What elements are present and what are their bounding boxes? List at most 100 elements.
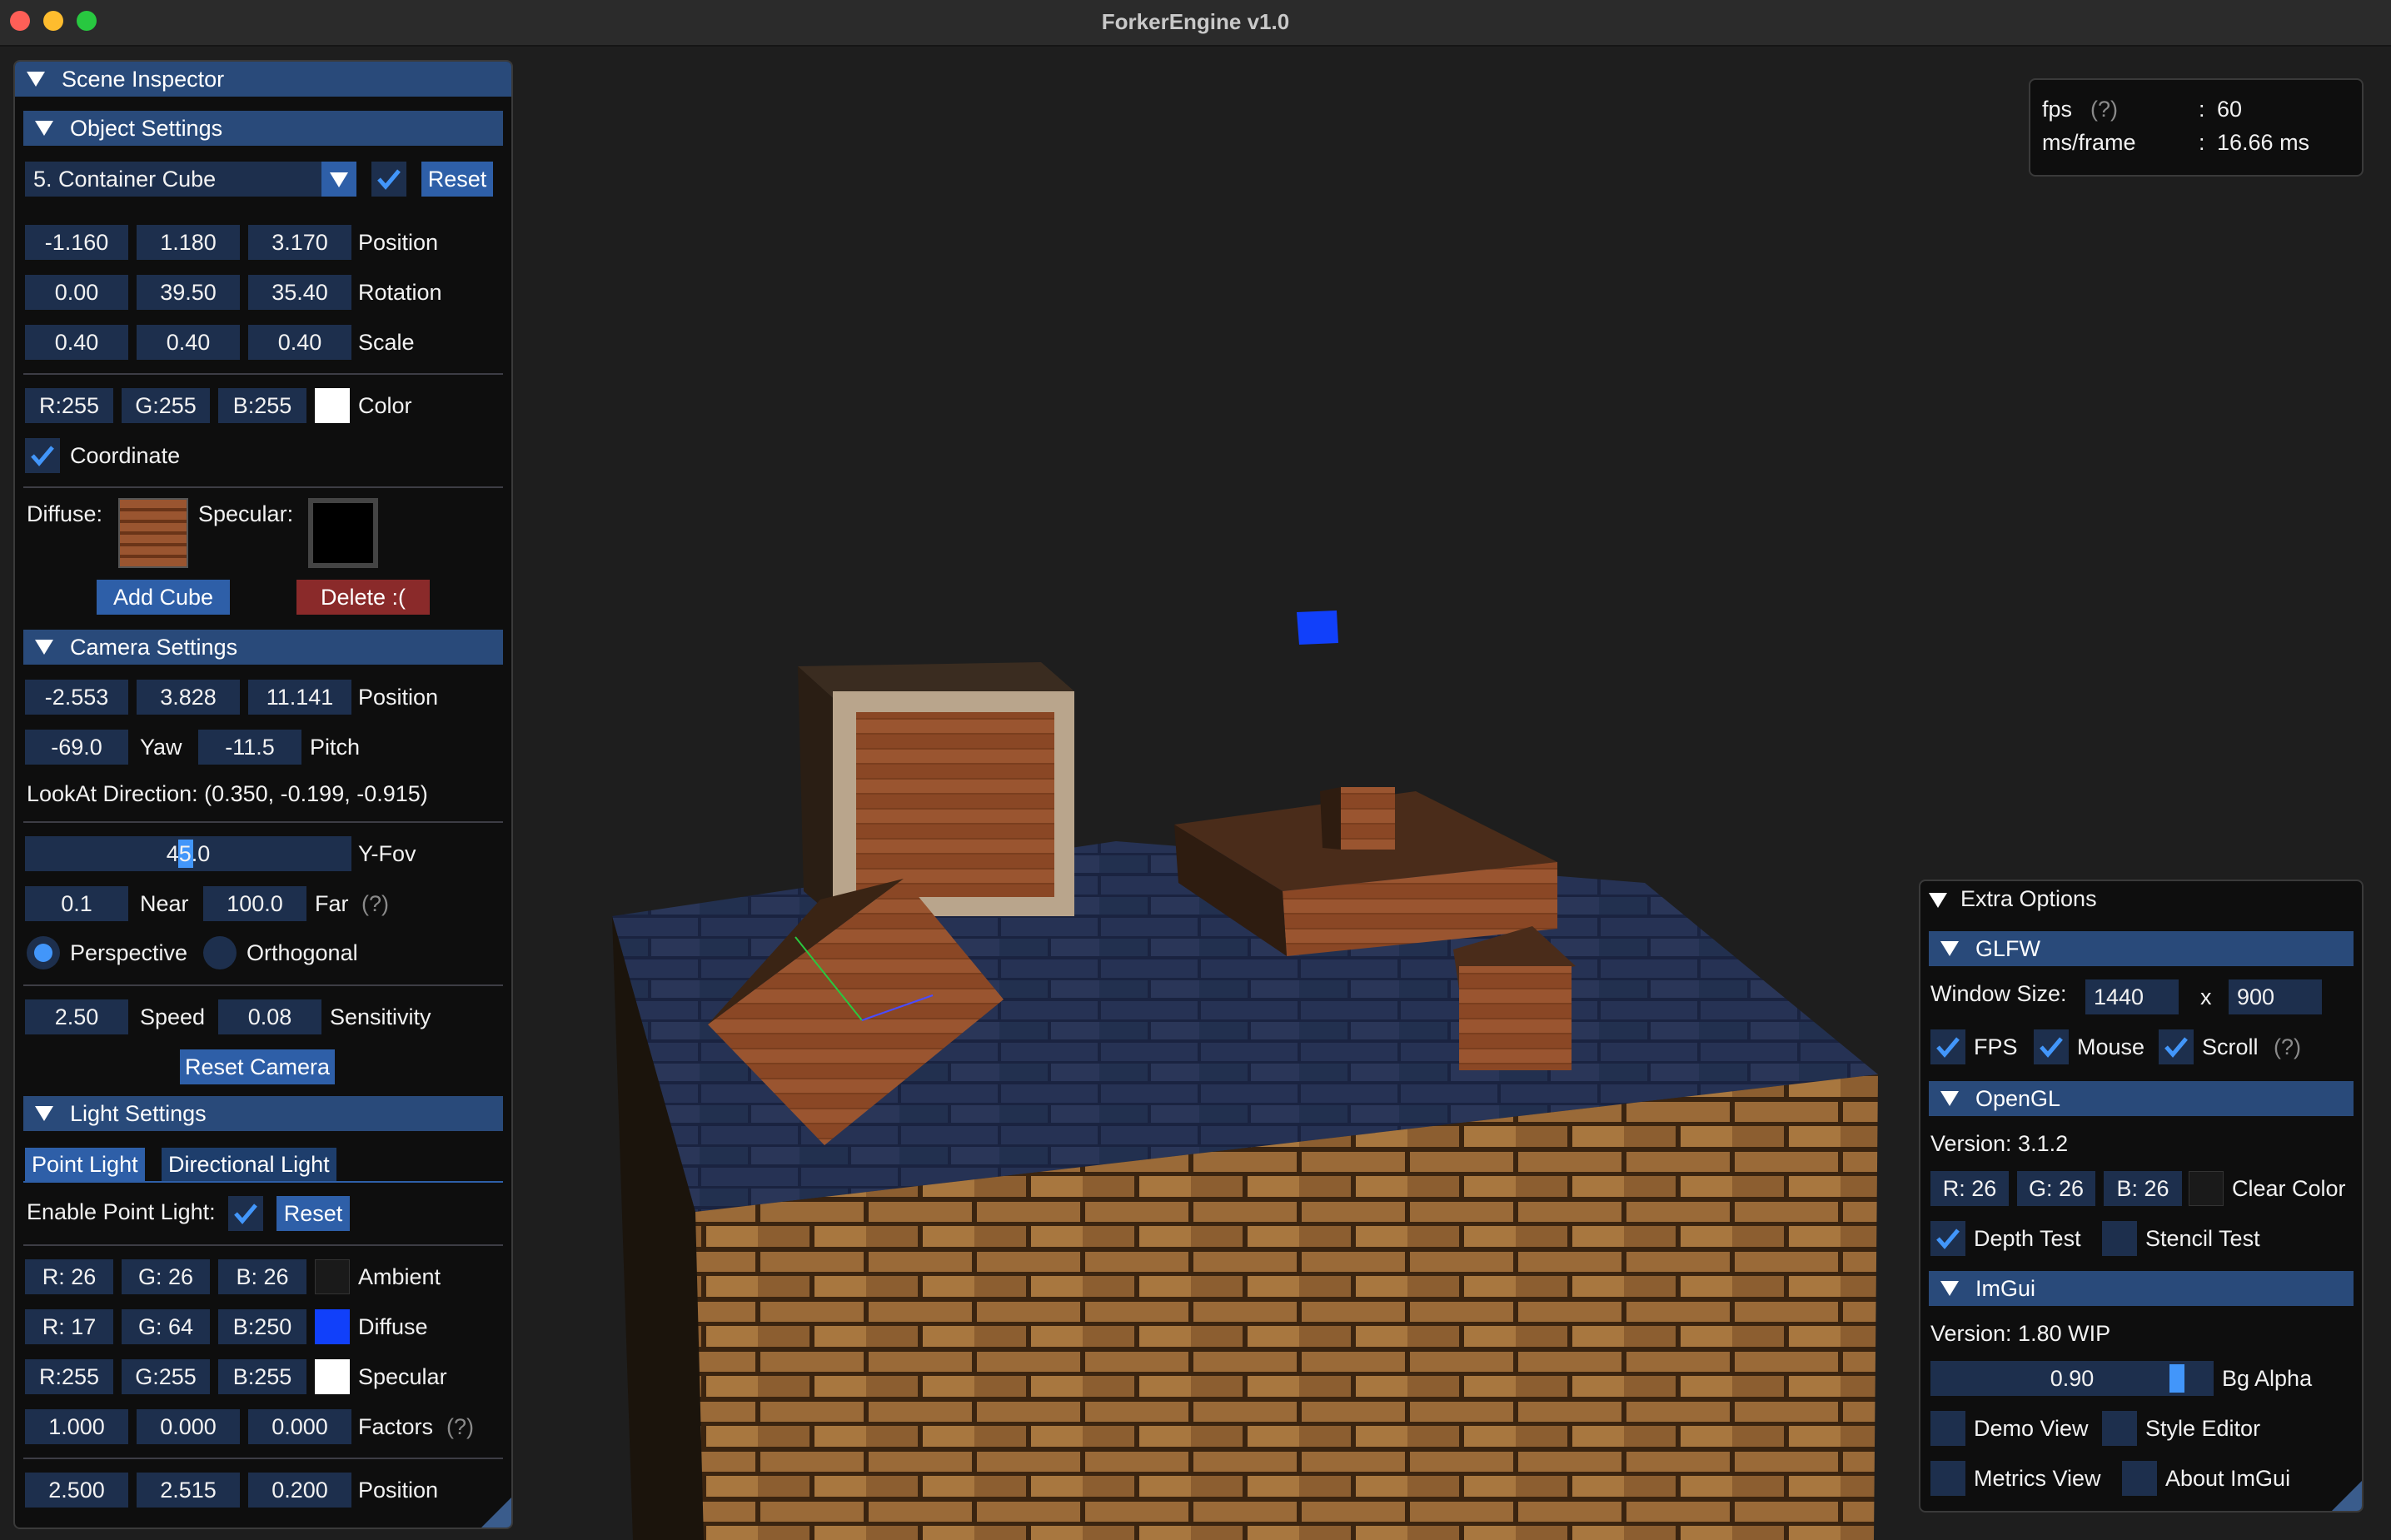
light-reset-button[interactable]: Reset bbox=[276, 1196, 350, 1231]
demo-view-checkbox[interactable] bbox=[1930, 1411, 1965, 1446]
object-scale-y[interactable]: 0.40 bbox=[137, 325, 240, 360]
metrics-view-checkbox[interactable] bbox=[1930, 1461, 1965, 1496]
light-position-y[interactable]: 2.515 bbox=[137, 1473, 240, 1508]
clear-color-swatch[interactable] bbox=[2189, 1171, 2224, 1206]
clear-color-r[interactable]: R: 26 bbox=[1930, 1171, 2009, 1206]
depth-test-checkbox[interactable] bbox=[1930, 1221, 1965, 1256]
fov-slider[interactable]: 45.0 bbox=[25, 836, 351, 871]
resize-grip-icon[interactable] bbox=[2332, 1481, 2362, 1511]
light-settings-header[interactable]: Light Settings bbox=[23, 1096, 503, 1131]
perspective-radio[interactable] bbox=[27, 936, 60, 969]
size-x-label: x bbox=[2200, 984, 2212, 1009]
add-cube-button[interactable]: Add Cube bbox=[97, 580, 230, 615]
help-marker[interactable]: (?) bbox=[2274, 1029, 2301, 1064]
object-scale-x[interactable]: 0.40 bbox=[25, 325, 128, 360]
diffuse-swatch[interactable] bbox=[315, 1309, 350, 1344]
checkmark-icon bbox=[377, 169, 401, 190]
factor-quadratic[interactable]: 0.000 bbox=[248, 1409, 351, 1444]
slider-grab[interactable] bbox=[2169, 1364, 2184, 1393]
window-height-field[interactable]: 900 bbox=[2229, 979, 2322, 1014]
object-position-x[interactable]: -1.160 bbox=[25, 225, 128, 260]
style-editor-checkbox[interactable] bbox=[2102, 1411, 2137, 1446]
camera-settings-header[interactable]: Camera Settings bbox=[23, 630, 503, 665]
fps-checkbox[interactable] bbox=[1930, 1029, 1965, 1064]
window-width-field[interactable]: 1440 bbox=[2085, 979, 2179, 1014]
specular-swatch[interactable] bbox=[315, 1359, 350, 1394]
object-position-y[interactable]: 1.180 bbox=[137, 225, 240, 260]
object-settings-header[interactable]: Object Settings bbox=[23, 111, 503, 146]
object-rotation-z[interactable]: 35.40 bbox=[248, 275, 351, 310]
dropdown-arrow-button[interactable] bbox=[321, 162, 356, 197]
light-position-z[interactable]: 0.200 bbox=[248, 1473, 351, 1508]
resize-grip-icon[interactable] bbox=[481, 1498, 511, 1528]
enable-point-light-checkbox[interactable] bbox=[228, 1196, 263, 1231]
object-active-checkbox[interactable] bbox=[371, 162, 406, 197]
camera-near-field[interactable]: 0.1 bbox=[25, 886, 128, 921]
object-rotation-x[interactable]: 0.00 bbox=[25, 275, 128, 310]
object-rotation-y[interactable]: 39.50 bbox=[137, 275, 240, 310]
stencil-test-checkbox[interactable] bbox=[2102, 1221, 2137, 1256]
object-color-g[interactable]: G:255 bbox=[122, 388, 210, 423]
ambient-r[interactable]: R: 26 bbox=[25, 1259, 113, 1294]
light-position-x[interactable]: 2.500 bbox=[25, 1473, 128, 1508]
about-imgui-checkbox[interactable] bbox=[2122, 1461, 2157, 1496]
collapse-triangle-icon[interactable] bbox=[1929, 892, 1947, 908]
object-color-b[interactable]: B:255 bbox=[218, 388, 306, 423]
specular-r[interactable]: R:255 bbox=[25, 1359, 113, 1394]
specular-g[interactable]: G:255 bbox=[122, 1359, 210, 1394]
diffuse-texture-image[interactable] bbox=[118, 498, 188, 568]
divider bbox=[23, 821, 503, 823]
help-marker[interactable]: (?) bbox=[2090, 92, 2118, 127]
help-marker[interactable]: (?) bbox=[446, 1409, 474, 1444]
help-marker[interactable]: (?) bbox=[361, 886, 389, 921]
reset-camera-button[interactable]: Reset Camera bbox=[180, 1049, 335, 1084]
factor-constant[interactable]: 1.000 bbox=[25, 1409, 128, 1444]
collapse-triangle-icon[interactable] bbox=[27, 71, 45, 87]
ambient-g[interactable]: G: 26 bbox=[122, 1259, 210, 1294]
scroll-checkbox[interactable] bbox=[2159, 1029, 2194, 1064]
clear-color-g[interactable]: G: 26 bbox=[2017, 1171, 2095, 1206]
tab-directional-light[interactable]: Directional Light bbox=[162, 1148, 336, 1181]
mouse-checkbox[interactable] bbox=[2034, 1029, 2069, 1064]
diffuse-texture-label: Diffuse: bbox=[27, 501, 103, 526]
object-color-r[interactable]: R:255 bbox=[25, 388, 113, 423]
camera-position-y[interactable]: 3.828 bbox=[137, 680, 240, 715]
scene-inspector-window[interactable]: Scene Inspector Object Settings 5. Conta… bbox=[13, 60, 513, 1529]
glfw-header[interactable]: GLFW bbox=[1929, 931, 2354, 966]
object-select-dropdown[interactable]: 5. Container Cube bbox=[25, 162, 321, 197]
extra-options-window[interactable]: Extra Options GLFW Window Size: 1440 x 9… bbox=[1919, 880, 2364, 1513]
diffuse-b[interactable]: B:250 bbox=[218, 1309, 306, 1344]
camera-position-z[interactable]: 11.141 bbox=[248, 680, 351, 715]
orthogonal-radio[interactable] bbox=[203, 936, 237, 969]
camera-speed-field[interactable]: 2.50 bbox=[25, 999, 128, 1034]
object-color-swatch[interactable] bbox=[315, 388, 350, 423]
camera-position-x[interactable]: -2.553 bbox=[25, 680, 128, 715]
coordinate-checkbox[interactable] bbox=[25, 438, 60, 473]
camera-yaw-field[interactable]: -69.0 bbox=[25, 730, 128, 765]
ambient-swatch[interactable] bbox=[315, 1259, 350, 1294]
bg-alpha-slider[interactable]: 0.90 bbox=[1930, 1361, 2214, 1396]
camera-far-field[interactable]: 100.0 bbox=[203, 886, 306, 921]
specular-texture-image[interactable] bbox=[308, 498, 378, 568]
specular-b[interactable]: B:255 bbox=[218, 1359, 306, 1394]
camera-far-label: Far bbox=[315, 891, 349, 916]
ambient-b[interactable]: B: 26 bbox=[218, 1259, 306, 1294]
extra-options-title[interactable]: Extra Options bbox=[1920, 881, 2362, 916]
orthogonal-label: Orthogonal bbox=[247, 940, 358, 965]
diffuse-g[interactable]: G: 64 bbox=[122, 1309, 210, 1344]
factor-linear[interactable]: 0.000 bbox=[137, 1409, 240, 1444]
object-position-z[interactable]: 3.170 bbox=[248, 225, 351, 260]
diffuse-r[interactable]: R: 17 bbox=[25, 1309, 113, 1344]
tab-point-light[interactable]: Point Light bbox=[25, 1148, 145, 1181]
object-reset-button[interactable]: Reset bbox=[421, 162, 493, 197]
opengl-header[interactable]: OpenGL bbox=[1929, 1081, 2354, 1116]
clear-color-b[interactable]: B: 26 bbox=[2104, 1171, 2182, 1206]
scene-inspector-title[interactable]: Scene Inspector bbox=[15, 62, 511, 97]
delete-cube-button[interactable]: Delete :( bbox=[296, 580, 430, 615]
camera-pitch-field[interactable]: -11.5 bbox=[198, 730, 301, 765]
divider bbox=[23, 373, 503, 375]
camera-sensitivity-field[interactable]: 0.08 bbox=[218, 999, 321, 1034]
object-scale-z[interactable]: 0.40 bbox=[248, 325, 351, 360]
camera-speed-label: Speed bbox=[140, 1004, 206, 1029]
imgui-header[interactable]: ImGui bbox=[1929, 1271, 2354, 1306]
